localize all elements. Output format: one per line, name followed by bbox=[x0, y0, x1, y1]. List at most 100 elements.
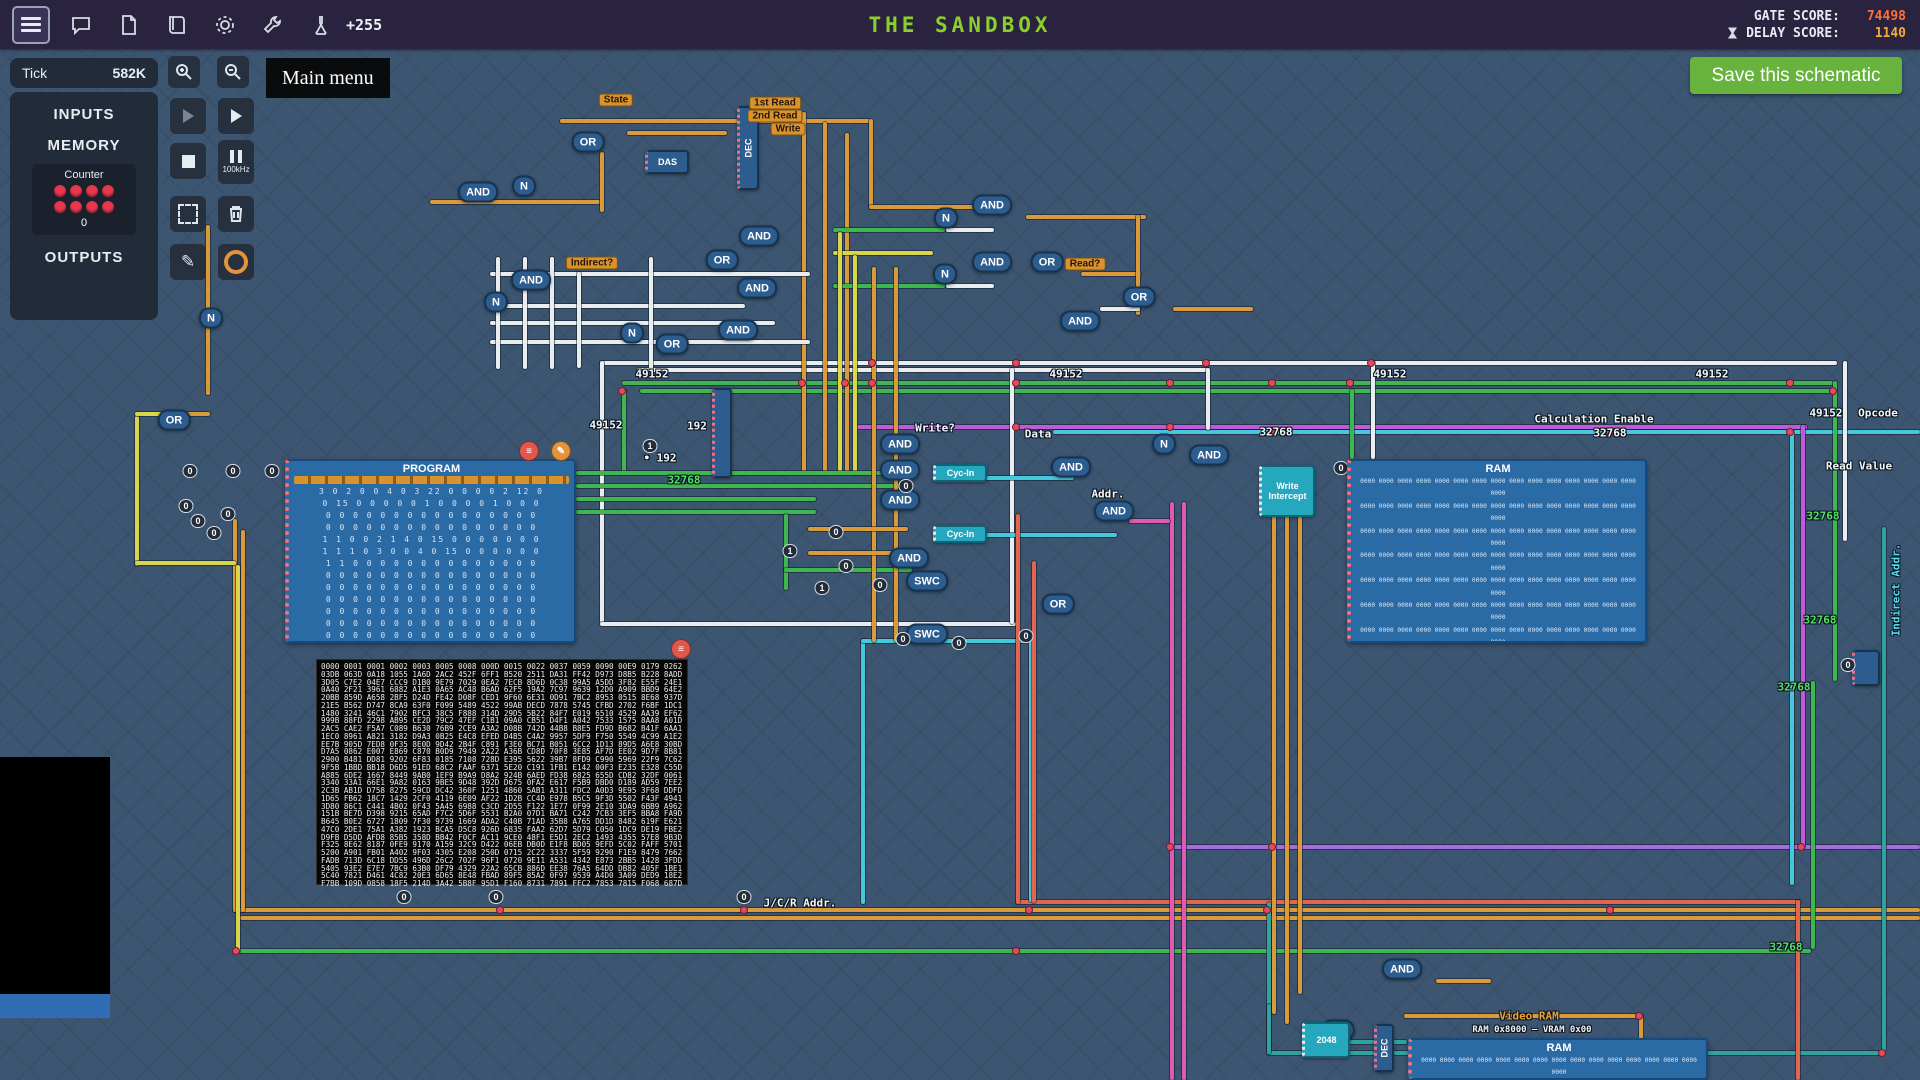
wire-white[interactable] bbox=[496, 257, 500, 369]
wire-yellow[interactable] bbox=[853, 255, 857, 475]
gate-n[interactable]: N bbox=[1152, 434, 1176, 455]
chip-cyc-in[interactable]: Cyc-In bbox=[933, 464, 987, 482]
pause-speed-button[interactable]: 100kHz bbox=[218, 140, 254, 184]
edit-button[interactable]: ✎ bbox=[170, 244, 206, 280]
wire-orange[interactable] bbox=[1173, 307, 1253, 311]
wire-teal[interactable] bbox=[1882, 527, 1886, 1051]
wire-orange[interactable] bbox=[1026, 215, 1146, 219]
wire-orange[interactable] bbox=[241, 530, 245, 912]
gate-or[interactable]: OR bbox=[158, 410, 191, 431]
wire-orange[interactable] bbox=[430, 200, 600, 204]
gate-and[interactable]: AND bbox=[972, 195, 1012, 216]
wire-orange[interactable] bbox=[1285, 514, 1289, 1024]
gate-n[interactable]: N bbox=[620, 323, 644, 344]
wire-white[interactable] bbox=[1100, 307, 1140, 311]
zoom-in-button[interactable] bbox=[168, 56, 200, 88]
select-box-button[interactable] bbox=[170, 196, 206, 232]
delete-button[interactable] bbox=[218, 196, 254, 232]
gate-and[interactable]: AND bbox=[880, 490, 920, 511]
wire-orange[interactable] bbox=[1272, 514, 1276, 1014]
wire-orange[interactable] bbox=[600, 152, 604, 212]
output-screen[interactable] bbox=[0, 757, 110, 994]
step-button[interactable] bbox=[170, 98, 206, 134]
gate-and[interactable]: AND bbox=[880, 460, 920, 481]
gate-or[interactable]: OR bbox=[572, 132, 605, 153]
gate-and[interactable]: AND bbox=[1051, 457, 1091, 478]
gate-swc[interactable]: SWC bbox=[906, 571, 948, 592]
wire-white[interactable] bbox=[600, 361, 604, 623]
wire-orange[interactable] bbox=[845, 133, 849, 473]
wire-yellow[interactable] bbox=[135, 561, 236, 565]
wire-orange[interactable] bbox=[823, 122, 827, 472]
wire-orange[interactable] bbox=[1436, 979, 1491, 983]
wire-white[interactable] bbox=[600, 361, 1837, 365]
wire-green[interactable] bbox=[576, 497, 816, 501]
gate-and[interactable]: AND bbox=[1094, 501, 1134, 522]
wire-cyan[interactable] bbox=[1790, 430, 1794, 885]
wire-orange[interactable] bbox=[627, 131, 727, 135]
manual-button[interactable] bbox=[160, 8, 194, 42]
wire-green[interactable] bbox=[1833, 381, 1837, 681]
video-ram-block[interactable]: RAM 0000 0000 0000 0000 0000 0000 0000 0… bbox=[1408, 1038, 1708, 1080]
gate-n[interactable]: N bbox=[933, 264, 957, 285]
chip-blank[interactable] bbox=[712, 388, 732, 478]
settings-button[interactable] bbox=[208, 8, 242, 42]
gate-or[interactable]: OR bbox=[1031, 252, 1064, 273]
chip-2048[interactable]: 2048 bbox=[1302, 1022, 1350, 1058]
gate-or[interactable]: OR bbox=[1042, 594, 1075, 615]
main-menu-button[interactable] bbox=[12, 6, 50, 44]
gate-or[interactable]: OR bbox=[656, 334, 689, 355]
wire-green[interactable] bbox=[576, 484, 902, 488]
wire-yellow[interactable] bbox=[236, 565, 240, 953]
wire-white[interactable] bbox=[1010, 368, 1014, 624]
wire-orange[interactable] bbox=[1081, 272, 1141, 276]
wire-pink[interactable] bbox=[1182, 502, 1186, 1080]
wire-white[interactable] bbox=[490, 304, 745, 308]
gate-and[interactable]: AND bbox=[1189, 445, 1229, 466]
wire-pink[interactable] bbox=[1170, 502, 1174, 1080]
program-memory-block[interactable]: PROGRAM 3 0 2 0 0 4 0 3 22 0 0 0 0 2 12 … bbox=[285, 459, 576, 643]
gate-and[interactable]: AND bbox=[718, 320, 758, 341]
gate-and[interactable]: AND bbox=[737, 278, 777, 299]
gate-and[interactable]: AND bbox=[1060, 311, 1100, 332]
wire-green[interactable] bbox=[576, 471, 902, 475]
outputs-section-label[interactable]: OUTPUTS bbox=[10, 235, 158, 266]
wire-yellow[interactable] bbox=[833, 251, 933, 255]
wire-orange[interactable] bbox=[869, 119, 873, 209]
stop-button[interactable] bbox=[170, 143, 206, 179]
tools-button[interactable] bbox=[256, 8, 290, 42]
wire-green[interactable] bbox=[833, 284, 945, 288]
wire-orange[interactable] bbox=[802, 112, 806, 472]
gate-or[interactable]: OR bbox=[1123, 287, 1156, 308]
wire-white[interactable] bbox=[946, 228, 994, 232]
block-menu-button[interactable]: ≡ bbox=[671, 639, 691, 659]
gate-swc[interactable]: SWC bbox=[906, 624, 948, 645]
wire-magenta[interactable] bbox=[857, 425, 1807, 429]
wire-salmon[interactable] bbox=[1016, 900, 1801, 904]
ram-block[interactable]: RAM 0000 0000 0000 0000 0000 0000 0000 0… bbox=[1347, 459, 1647, 643]
schematic-canvas[interactable]: PROGRAM 3 0 2 0 0 4 0 3 22 0 0 0 0 2 12 … bbox=[0, 0, 1920, 1080]
wire-white[interactable] bbox=[946, 284, 994, 288]
wire-white[interactable] bbox=[1206, 368, 1210, 430]
wire-cyan[interactable] bbox=[861, 639, 865, 904]
gate-and[interactable]: AND bbox=[458, 182, 498, 203]
gate-n[interactable]: N bbox=[512, 176, 536, 197]
chip-cyc-in[interactable]: Cyc-In bbox=[933, 525, 987, 543]
gate-n[interactable]: N bbox=[199, 308, 223, 329]
wire-pink[interactable] bbox=[1129, 519, 1170, 523]
wire-green[interactable] bbox=[640, 389, 1833, 393]
wire-white[interactable] bbox=[637, 368, 1210, 372]
gate-n[interactable]: N bbox=[484, 292, 508, 313]
wire-white[interactable] bbox=[600, 622, 1016, 626]
gate-or[interactable]: OR bbox=[706, 250, 739, 271]
document-button[interactable] bbox=[112, 8, 146, 42]
run-button[interactable] bbox=[218, 98, 254, 134]
wire-white[interactable] bbox=[577, 272, 581, 368]
wire-white[interactable] bbox=[649, 257, 653, 369]
wire-yellow[interactable] bbox=[838, 232, 842, 472]
wire-orange[interactable] bbox=[869, 205, 989, 209]
chip-write-intercept[interactable]: Write Intercept bbox=[1259, 465, 1315, 517]
chat-button[interactable] bbox=[64, 8, 98, 42]
chip-dec[interactable]: DEC bbox=[1374, 1024, 1394, 1072]
wire-orange[interactable] bbox=[894, 267, 898, 642]
